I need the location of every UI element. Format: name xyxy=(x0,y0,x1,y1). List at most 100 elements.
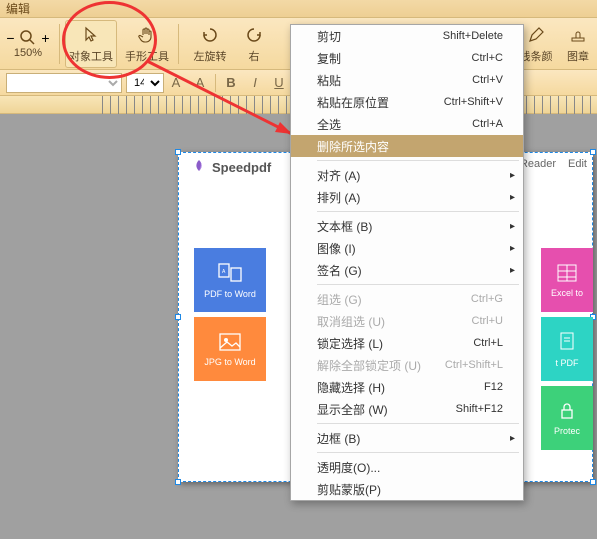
pdf-to-word-tile[interactable]: A PDF to Word xyxy=(194,248,266,312)
app-window: 编辑 − + 150% 对象工具 手形工具 左旋转 右 xyxy=(0,0,597,539)
bold-button[interactable]: B xyxy=(220,73,242,93)
selection-handle[interactable] xyxy=(175,149,181,155)
menu-separator xyxy=(317,452,519,453)
menu-item[interactable]: 删除所选内容 xyxy=(291,135,523,157)
pen-icon xyxy=(527,26,545,44)
menu-item[interactable]: 全选 Ctrl+A xyxy=(291,113,523,135)
rotate-left-button[interactable]: 左旋转 xyxy=(184,20,236,68)
menu-label: 复制 xyxy=(317,50,341,67)
rotate-right-button[interactable]: 右 xyxy=(240,20,268,68)
zoom-percent[interactable]: 150% xyxy=(14,47,42,59)
menu-item[interactable]: 图像 (I) xyxy=(291,237,523,259)
menu-shortcut: F12 xyxy=(484,381,503,393)
menu-item[interactable]: 对齐 (A) xyxy=(291,164,523,186)
font-shrink-button[interactable]: A xyxy=(189,73,211,93)
menu-shortcut: Ctrl+Shift+L xyxy=(445,359,503,371)
menu-item[interactable]: 边框 (B) xyxy=(291,427,523,449)
menu-shortcut: Ctrl+U xyxy=(472,315,503,327)
image-icon xyxy=(218,332,242,352)
menu-label: 透明度(O)... xyxy=(317,459,380,476)
magnifier-icon xyxy=(19,29,37,47)
menu-item[interactable]: 剪切Shift+Delete xyxy=(291,25,523,47)
menu-item[interactable]: 粘贴在原位置 Ctrl+Shift+V xyxy=(291,91,523,113)
menu-label: 粘贴在原位置 xyxy=(317,94,389,111)
cursor-icon xyxy=(82,26,100,44)
selection-handle[interactable] xyxy=(175,479,181,485)
menu-item[interactable]: 复制Ctrl+C xyxy=(291,47,523,69)
menu-shortcut: Ctrl+Shift+V xyxy=(444,96,503,108)
separator xyxy=(59,24,60,64)
menu-item: 组选 (G) Ctrl+G xyxy=(291,288,523,310)
selection-handle[interactable] xyxy=(590,479,596,485)
menu-item: 解除全部锁定项 (U) Ctrl+Shift+L xyxy=(291,354,523,376)
menu-item[interactable]: 排列 (A) xyxy=(291,186,523,208)
menu-label: 隐藏选择 (H) xyxy=(317,379,385,396)
menu-label: 图像 (I) xyxy=(317,240,356,257)
menu-item[interactable]: 显示全部 (W) Shift+F12 xyxy=(291,398,523,420)
rotate-right-icon xyxy=(245,26,263,44)
menu-label: 锁定选择 (L) xyxy=(317,335,383,352)
menu-label: 剪切 xyxy=(317,28,341,45)
menu-item[interactable]: 文本框 (B) xyxy=(291,215,523,237)
menu-label: 删除所选内容 xyxy=(317,138,389,155)
menu-separator xyxy=(317,423,519,424)
menu-label: 取消组选 (U) xyxy=(317,313,385,330)
menu-label: 排列 (A) xyxy=(317,189,360,206)
lock-icon xyxy=(557,401,577,421)
titlebar: 编辑 xyxy=(0,0,597,18)
title-text: 编辑 xyxy=(6,0,30,17)
menu-label: 组选 (G) xyxy=(317,291,362,308)
tab[interactable]: Edit xyxy=(568,158,587,170)
menu-label: 显示全部 (W) xyxy=(317,401,388,418)
menu-label: 解除全部锁定项 (U) xyxy=(317,357,421,374)
italic-button[interactable]: I xyxy=(244,73,266,93)
svg-text:A: A xyxy=(222,269,226,275)
menu-label: 文本框 (B) xyxy=(317,218,372,235)
menu-item[interactable]: 签名 (G) xyxy=(291,259,523,281)
menu-label: 全选 xyxy=(317,116,341,133)
selection-handle[interactable] xyxy=(590,149,596,155)
menu-shortcut: Shift+F12 xyxy=(456,403,503,415)
zoom-out-button[interactable]: − xyxy=(2,29,19,46)
jpg-to-word-tile[interactable]: JPG to Word xyxy=(194,317,266,381)
font-grow-button[interactable]: A xyxy=(165,73,187,93)
menu-item[interactable]: 剪贴蒙版(P) xyxy=(291,478,523,500)
menu-item[interactable]: 锁定选择 (L) Ctrl+L xyxy=(291,332,523,354)
brand-icon xyxy=(190,158,208,176)
zoom-group: − + 150% xyxy=(2,29,54,59)
doc-icon: A xyxy=(217,262,243,284)
menu-label: 剪贴蒙版(P) xyxy=(317,481,381,498)
separator xyxy=(178,24,179,64)
rotate-left-icon xyxy=(201,26,219,44)
menu-separator xyxy=(317,284,519,285)
to-pdf-tile[interactable]: t PDF xyxy=(541,317,593,381)
menu-shortcut: Ctrl+G xyxy=(471,293,503,305)
font-family-select[interactable] xyxy=(6,73,122,93)
brand-text: Speedpdf xyxy=(212,160,271,175)
zoom-in-button[interactable]: + xyxy=(37,29,54,46)
menu-item[interactable]: 粘贴Ctrl+V xyxy=(291,69,523,91)
menu-item[interactable]: 透明度(O)... xyxy=(291,456,523,478)
tile-column-right: Excel to t PDF Protec xyxy=(541,248,593,450)
object-tool-button[interactable]: 对象工具 xyxy=(65,20,117,68)
context-menu: 剪切Shift+Delete复制Ctrl+C粘贴Ctrl+V 粘贴在原位置 Ctrl… xyxy=(290,24,524,501)
tab[interactable]: Reader xyxy=(520,158,556,170)
tile-column: A PDF to Word JPG to Word xyxy=(194,248,266,381)
stamp-button[interactable]: 图章 xyxy=(561,20,595,68)
excel-to-tile[interactable]: Excel to xyxy=(541,248,593,312)
menu-separator xyxy=(317,160,519,161)
menu-item[interactable]: 隐藏选择 (H) F12 xyxy=(291,376,523,398)
page-icon xyxy=(557,331,577,353)
protect-tile[interactable]: Protec xyxy=(541,386,593,450)
menu-label: 签名 (G) xyxy=(317,262,362,279)
stamp-icon xyxy=(569,26,587,44)
menu-shortcut: Ctrl+L xyxy=(473,337,503,349)
grid-icon xyxy=(556,263,578,283)
underline-button[interactable]: U xyxy=(268,73,290,93)
menu-label: 对齐 (A) xyxy=(317,167,360,184)
menu-item: 取消组选 (U) Ctrl+U xyxy=(291,310,523,332)
font-size-select[interactable]: 14 xyxy=(126,73,164,93)
hand-tool-button[interactable]: 手形工具 xyxy=(121,20,173,68)
selection-handle[interactable] xyxy=(175,314,181,320)
menu-shortcut: Ctrl+A xyxy=(472,118,503,130)
